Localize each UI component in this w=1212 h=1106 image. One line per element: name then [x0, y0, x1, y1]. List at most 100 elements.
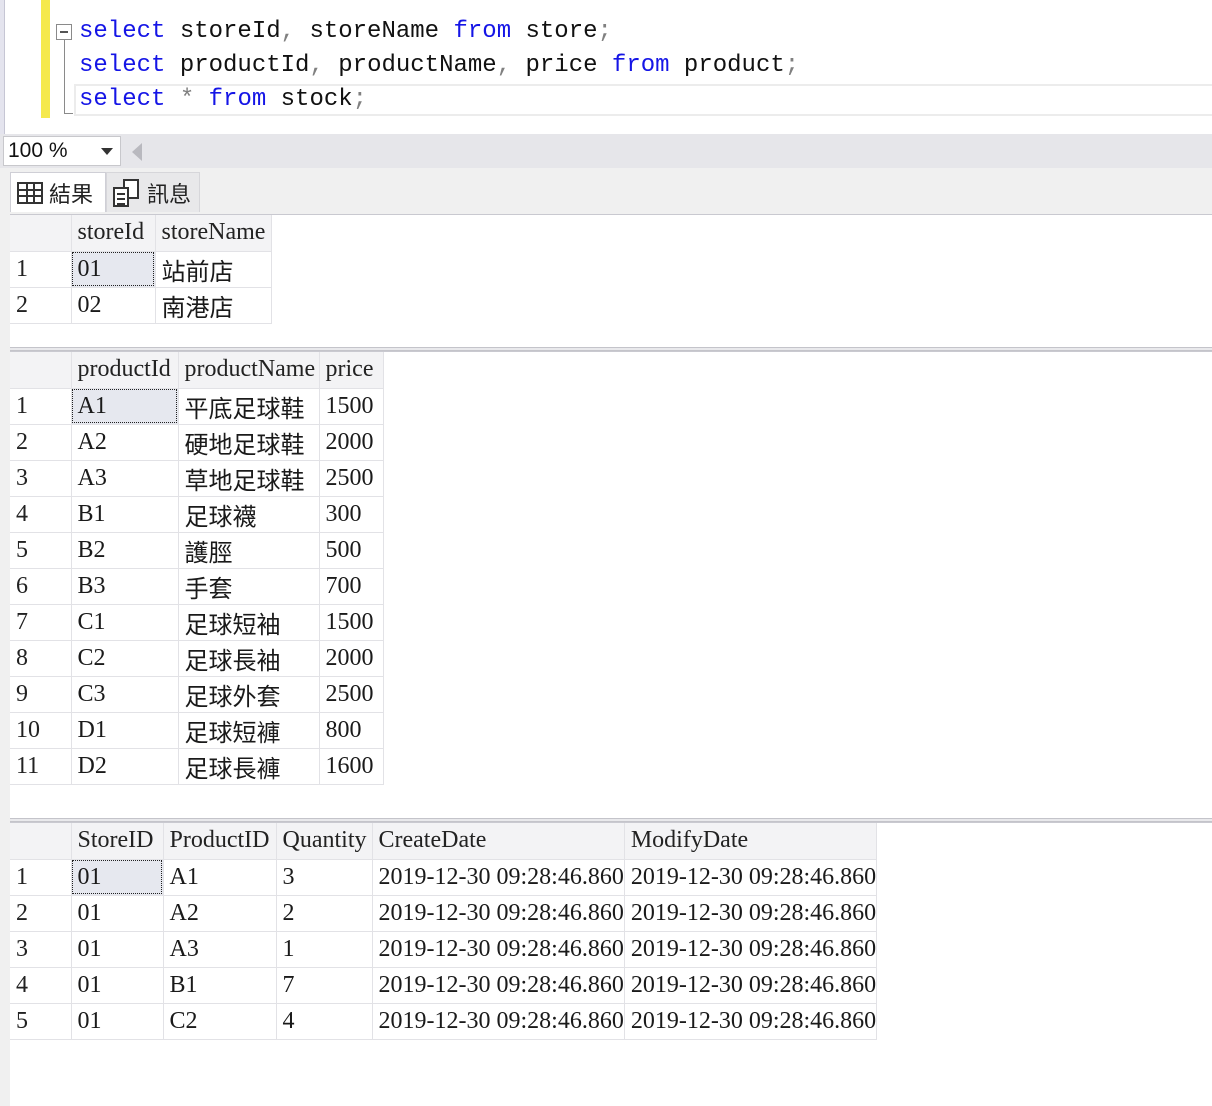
row-number[interactable]: 11: [10, 748, 72, 785]
zoom-dropdown[interactable]: 100 %: [3, 136, 121, 166]
result-pane-store[interactable]: storeId storeName 1 01 站前店 2 02 南港店: [10, 214, 1212, 347]
table-cell[interactable]: 800: [319, 712, 384, 749]
table-cell[interactable]: 2019-12-30 09:28:46.860: [624, 859, 878, 896]
row-number[interactable]: 9: [10, 676, 72, 713]
table-row[interactable]: 10 D1 足球短褲 800: [10, 712, 384, 749]
table-cell[interactable]: A2: [163, 895, 277, 932]
table-row[interactable]: 7 C1 足球短袖 1500: [10, 604, 384, 641]
result-grid-stock[interactable]: StoreID ProductID Quantity CreateDate Mo…: [10, 823, 878, 1040]
column-header[interactable]: productId: [71, 352, 179, 389]
result-pane-product[interactable]: productId productName price 1 A1 平底足球鞋 1500…: [10, 351, 1212, 818]
table-cell[interactable]: B3: [71, 568, 179, 605]
table-cell[interactable]: A2: [71, 424, 179, 461]
table-cell[interactable]: 2000: [319, 640, 384, 677]
column-header[interactable]: StoreID: [71, 823, 164, 860]
row-number[interactable]: 1: [10, 388, 72, 425]
code-line[interactable]: select storeId, storeName from store;: [79, 17, 612, 47]
table-cell[interactable]: 700: [319, 568, 384, 605]
row-number[interactable]: 5: [10, 1003, 72, 1040]
row-number[interactable]: 1: [10, 251, 72, 288]
grid-corner[interactable]: [10, 352, 72, 389]
table-cell[interactable]: 足球襪: [178, 496, 320, 533]
code-line[interactable]: select * from stock;: [79, 85, 367, 115]
tab-results[interactable]: 結果: [10, 172, 106, 212]
table-cell[interactable]: 1500: [319, 604, 384, 641]
sql-editor[interactable]: select storeId, storeName from store; se…: [0, 0, 1212, 134]
table-row[interactable]: 2 01 A2 2 2019-12-30 09:28:46.860 2019-12-30 …: [10, 895, 878, 932]
table-cell[interactable]: 2019-12-30 09:28:46.860: [372, 967, 625, 1004]
table-cell[interactable]: C3: [71, 676, 179, 713]
table-cell[interactable]: 草地足球鞋: [178, 460, 320, 497]
table-cell[interactable]: 2000: [319, 424, 384, 461]
table-cell[interactable]: 300: [319, 496, 384, 533]
column-header[interactable]: storeName: [155, 215, 272, 252]
table-cell[interactable]: 2019-12-30 09:28:46.860: [624, 967, 878, 1004]
table-row[interactable]: 5 B2 護脛 500: [10, 532, 384, 569]
table-row[interactable]: 2 02 南港店: [10, 287, 272, 324]
row-number[interactable]: 5: [10, 532, 72, 569]
row-number[interactable]: 2: [10, 424, 72, 461]
table-cell[interactable]: 01: [71, 931, 164, 968]
column-header[interactable]: ModifyDate: [624, 823, 878, 860]
row-number[interactable]: 6: [10, 568, 72, 605]
table-row[interactable]: 9 C3 足球外套 2500: [10, 676, 384, 713]
table-cell[interactable]: B2: [71, 532, 179, 569]
table-cell[interactable]: B1: [163, 967, 277, 1004]
table-cell[interactable]: 手套: [178, 568, 320, 605]
row-number[interactable]: 8: [10, 640, 72, 677]
table-row[interactable]: 5 01 C2 4 2019-12-30 09:28:46.860 2019-12-30 …: [10, 1003, 878, 1040]
table-cell[interactable]: 南港店: [155, 287, 272, 324]
table-row[interactable]: 11 D2 足球長褲 1600: [10, 748, 384, 785]
row-number[interactable]: 10: [10, 712, 72, 749]
table-cell[interactable]: 01: [71, 859, 164, 896]
table-cell[interactable]: 2019-12-30 09:28:46.860: [372, 895, 625, 932]
table-cell[interactable]: 4: [276, 1003, 373, 1040]
table-row[interactable]: 1 01 站前店: [10, 251, 272, 288]
table-row[interactable]: 3 A3 草地足球鞋 2500: [10, 460, 384, 497]
table-row[interactable]: 2 A2 硬地足球鞋 2000: [10, 424, 384, 461]
table-cell[interactable]: D2: [71, 748, 179, 785]
table-cell[interactable]: 2: [276, 895, 373, 932]
tab-messages[interactable]: 訊息: [106, 172, 200, 212]
row-number[interactable]: 1: [10, 859, 72, 896]
collapse-icon[interactable]: [56, 24, 72, 40]
result-grid-product[interactable]: productId productName price 1 A1 平底足球鞋 1500…: [10, 352, 384, 785]
table-cell[interactable]: B1: [71, 496, 179, 533]
grid-corner[interactable]: [10, 823, 72, 860]
table-cell[interactable]: 2019-12-30 09:28:46.860: [372, 931, 625, 968]
chevron-down-icon[interactable]: [101, 148, 113, 155]
table-cell[interactable]: 2500: [319, 460, 384, 497]
table-cell[interactable]: C2: [163, 1003, 277, 1040]
table-cell[interactable]: 足球短褲: [178, 712, 320, 749]
table-cell[interactable]: D1: [71, 712, 179, 749]
table-cell[interactable]: C2: [71, 640, 179, 677]
table-cell[interactable]: C1: [71, 604, 179, 641]
table-cell[interactable]: 01: [71, 895, 164, 932]
table-cell[interactable]: A1: [71, 388, 179, 425]
table-cell[interactable]: 02: [71, 287, 156, 324]
table-cell[interactable]: 護脛: [178, 532, 320, 569]
grid-corner[interactable]: [10, 215, 72, 252]
table-cell[interactable]: A1: [163, 859, 277, 896]
table-cell[interactable]: 1600: [319, 748, 384, 785]
table-cell[interactable]: 2019-12-30 09:28:46.860: [624, 895, 878, 932]
table-row[interactable]: 1 A1 平底足球鞋 1500: [10, 388, 384, 425]
column-header[interactable]: storeId: [71, 215, 156, 252]
table-row[interactable]: 4 B1 足球襪 300: [10, 496, 384, 533]
table-cell[interactable]: 2019-12-30 09:28:46.860: [624, 931, 878, 968]
column-header[interactable]: Quantity: [276, 823, 373, 860]
row-number[interactable]: 3: [10, 460, 72, 497]
table-cell[interactable]: 2019-12-30 09:28:46.860: [624, 1003, 878, 1040]
table-cell[interactable]: 硬地足球鞋: [178, 424, 320, 461]
table-cell[interactable]: 1: [276, 931, 373, 968]
table-row[interactable]: 1 01 A1 3 2019-12-30 09:28:46.860 2019-12-30 …: [10, 859, 878, 896]
table-cell[interactable]: 足球長袖: [178, 640, 320, 677]
table-cell[interactable]: 01: [71, 1003, 164, 1040]
table-cell[interactable]: 2019-12-30 09:28:46.860: [372, 1003, 625, 1040]
table-cell[interactable]: 足球短袖: [178, 604, 320, 641]
table-cell[interactable]: 01: [71, 251, 156, 288]
column-header[interactable]: ProductID: [163, 823, 277, 860]
table-cell[interactable]: 平底足球鞋: [178, 388, 320, 425]
table-cell[interactable]: 3: [276, 859, 373, 896]
row-number[interactable]: 4: [10, 496, 72, 533]
